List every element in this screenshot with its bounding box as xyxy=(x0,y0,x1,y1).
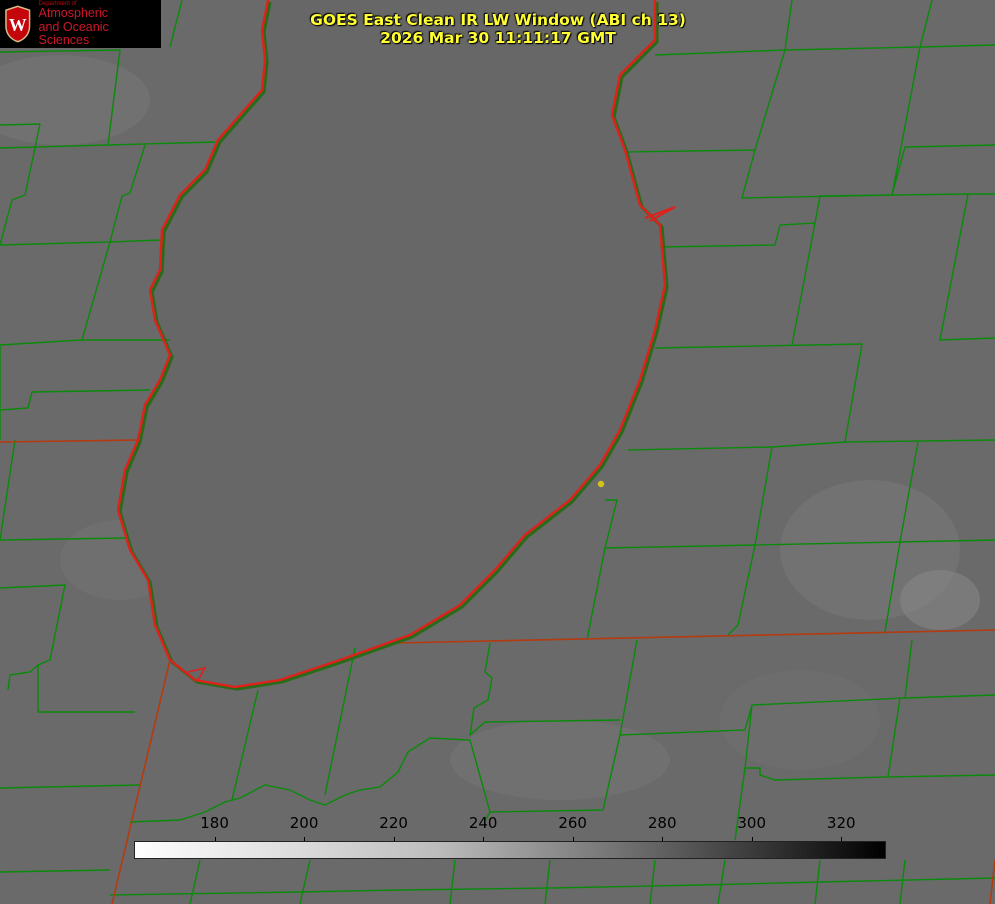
title-product: GOES East Clean IR LW Window (ABI ch 13) xyxy=(310,11,686,29)
colorbar-tick-label: 180 xyxy=(200,814,229,832)
colorbar-gradient xyxy=(134,841,886,859)
satellite-map: W Department of Atmospheric and Oceanic … xyxy=(0,0,995,904)
uw-crest-icon: W xyxy=(5,5,31,43)
colorbar-tick-label: 220 xyxy=(379,814,408,832)
colorbar-tick-label: 240 xyxy=(468,814,498,832)
logo-line-2: and Oceanic Sciences xyxy=(38,19,109,47)
image-title: GOES East Clean IR LW Window (ABI ch 13)… xyxy=(298,11,698,47)
logo-line-1: Atmospheric xyxy=(38,6,109,21)
colorbar: 180 200 220 240 260 280 300 320 xyxy=(0,810,995,870)
title-timestamp: 2026 Mar 30 11:11:17 GMT xyxy=(380,29,616,47)
logo-emblem: W xyxy=(9,15,27,35)
aos-logo: W Department of Atmospheric and Oceanic … xyxy=(0,0,161,48)
location-marker xyxy=(597,480,605,488)
colorbar-tick-label: 320 xyxy=(826,814,856,832)
colorbar-tick-label: 300 xyxy=(737,814,767,832)
colorbar-tick-label: 200 xyxy=(289,814,319,832)
colorbar-tick-label: 260 xyxy=(558,814,587,832)
map-canvas xyxy=(0,0,995,904)
colorbar-tick-label: 280 xyxy=(647,814,677,832)
